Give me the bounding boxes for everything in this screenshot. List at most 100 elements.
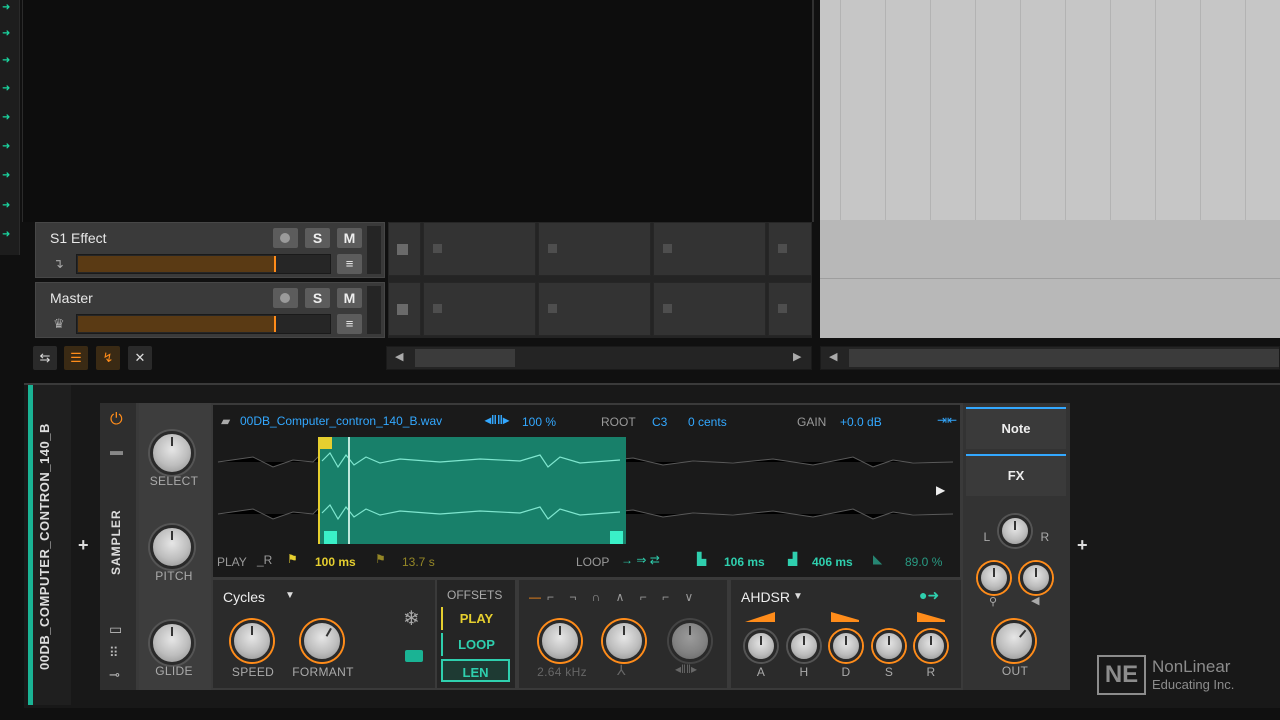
scroll-left-icon[interactable]: ◀ [829, 350, 837, 363]
mixer-icon[interactable]: ☰ [64, 346, 88, 370]
pan-knob[interactable] [999, 515, 1031, 547]
clip-scrollbar[interactable]: ◀ ▶ [386, 346, 812, 370]
timestretch-panel: Cycles ▼ SPEED FORMANT ❄ [213, 580, 435, 688]
formant-knob[interactable] [301, 620, 343, 662]
crossfade-value[interactable]: 89.0 % [905, 555, 942, 569]
volume-fader[interactable] [76, 314, 331, 334]
add-device-icon[interactable]: + [78, 535, 89, 556]
chevron-down-icon[interactable]: ▼ [285, 590, 295, 601]
release-knob[interactable] [915, 630, 947, 662]
clip-slot[interactable] [653, 282, 766, 336]
window-icon[interactable]: ▭ [109, 621, 122, 638]
select-knob[interactable] [150, 431, 194, 475]
play-start-value[interactable]: 100 ms [315, 555, 356, 569]
play-icon[interactable]: ▶ [936, 483, 945, 497]
freeze-icon[interactable]: ❄ [403, 606, 420, 631]
record-arm-button[interactable] [273, 288, 298, 308]
fx-button[interactable]: FX [966, 454, 1066, 496]
play-end-value[interactable]: 13.7 s [402, 555, 435, 569]
offset-len-button[interactable]: LEN [441, 659, 510, 682]
track-menu-button[interactable]: ≡ [337, 314, 362, 334]
clip-slot[interactable] [423, 222, 536, 276]
solo-button[interactable]: S [305, 228, 330, 248]
speed-icon[interactable]: ◂‖‖▸ [485, 413, 509, 427]
track-menu-button[interactable]: ≡ [337, 254, 362, 274]
add-device-icon[interactable]: + [1077, 535, 1088, 556]
swap-icon[interactable]: ⇆ [33, 346, 57, 370]
cutoff-knob[interactable] [539, 620, 581, 662]
cents-value[interactable]: 0 cents [688, 415, 727, 429]
ram-icon[interactable] [405, 650, 423, 662]
arranger-timeline[interactable] [820, 0, 1280, 338]
folder-icon[interactable]: ▬ [110, 443, 123, 458]
offset-loop-button[interactable]: LOOP [441, 633, 510, 656]
root-note[interactable]: C3 [652, 415, 667, 429]
sample-filename[interactable]: 00DB_Computer_contron_140_B.wav [240, 414, 442, 428]
folder-icon[interactable]: ▰ [221, 414, 230, 428]
clip-slot[interactable] [768, 282, 812, 336]
mode-select[interactable]: Cycles [223, 589, 265, 605]
gain-value[interactable]: +0.0 dB [840, 415, 882, 429]
speed-value[interactable]: 100 % [522, 415, 556, 429]
solo-button[interactable]: S [305, 288, 330, 308]
arrow-right-icon: ➜ [2, 112, 11, 123]
hold-knob[interactable] [788, 630, 820, 662]
play-start-handle[interactable] [318, 437, 332, 449]
loop-mode-icon[interactable]: → ⇒ ⇄ [621, 553, 660, 567]
loop-start-handle[interactable] [324, 531, 337, 544]
release-label: R [926, 665, 936, 679]
loop-length-value[interactable]: 406 ms [812, 555, 853, 569]
chevron-down-icon[interactable]: ▼ [793, 591, 803, 602]
sustain-label: S [884, 665, 894, 679]
fold-icon[interactable]: ↯ [96, 346, 120, 370]
arranger-scrollbar[interactable]: ◀ [820, 346, 1280, 370]
zoom-fit-icon[interactable]: ⇥⇤ [937, 413, 957, 427]
out-knob[interactable] [993, 620, 1035, 662]
track-title: 00DB_COMPUTER_CONTRON_140_B [37, 423, 52, 670]
note-button[interactable]: Note [966, 407, 1066, 449]
link-icon[interactable]: ●➜ [919, 587, 939, 604]
arrow-right-icon: ➜ [2, 28, 11, 39]
speed-knob[interactable] [231, 620, 273, 662]
volume-mod-knob[interactable] [1020, 562, 1052, 594]
clip-slot[interactable] [538, 282, 651, 336]
clip-slot[interactable] [423, 282, 536, 336]
sustain-knob[interactable] [873, 630, 905, 662]
scroll-left-icon[interactable]: ◀ [395, 350, 403, 363]
attack-knob[interactable] [745, 630, 777, 662]
mute-button[interactable]: M [337, 288, 362, 308]
arrow-right-icon: ➜ [2, 200, 11, 211]
device-chain-header: 00DB_COMPUTER_CONTRON_140_B [28, 385, 71, 705]
reverse-icon[interactable]: _R [257, 553, 272, 567]
filter-type-icons[interactable]: —⌐ ¬ ∩ ∧ ⌐ ⌐ ∨ [529, 590, 699, 604]
volume-fader[interactable] [76, 254, 331, 274]
loop-end-handle[interactable] [610, 531, 623, 544]
track-header-master[interactable]: Master S M ♛ ≡ [35, 282, 385, 338]
io-icon[interactable]: ⊸ [109, 667, 120, 683]
record-arm-button[interactable] [273, 228, 298, 248]
clip-slot[interactable] [653, 222, 766, 276]
clip-slot[interactable] [768, 222, 812, 276]
stop-slot[interactable] [388, 282, 421, 336]
mute-button[interactable]: M [337, 228, 362, 248]
pitch-knob[interactable] [150, 525, 194, 569]
offset-play-button[interactable]: PLAY [441, 607, 510, 630]
clip-slot[interactable] [538, 222, 651, 276]
keytrack-knob[interactable] [669, 620, 711, 662]
loop-region[interactable] [318, 437, 626, 544]
offsets-label: OFFSETS [447, 588, 503, 602]
velocity-knob[interactable] [978, 562, 1010, 594]
resonance-knob[interactable] [603, 620, 645, 662]
loop-start-value[interactable]: 106 ms [724, 555, 765, 569]
stop-slot[interactable] [388, 222, 421, 276]
scroll-right-icon[interactable]: ▶ [793, 350, 801, 363]
decay-knob[interactable] [830, 630, 862, 662]
grid-icon[interactable]: ⠿ [109, 645, 119, 661]
track-header-s1-effect[interactable]: S1 Effect S M ↴ ≡ [35, 222, 385, 278]
power-icon[interactable]: ⏻ [110, 411, 123, 429]
attack-label: A [756, 665, 766, 679]
close-icon[interactable]: ✕ [128, 346, 152, 370]
cutoff-value: 2.64 kHz [537, 665, 587, 679]
envelope-select[interactable]: AHDSR [741, 589, 790, 605]
glide-knob[interactable] [150, 621, 194, 665]
